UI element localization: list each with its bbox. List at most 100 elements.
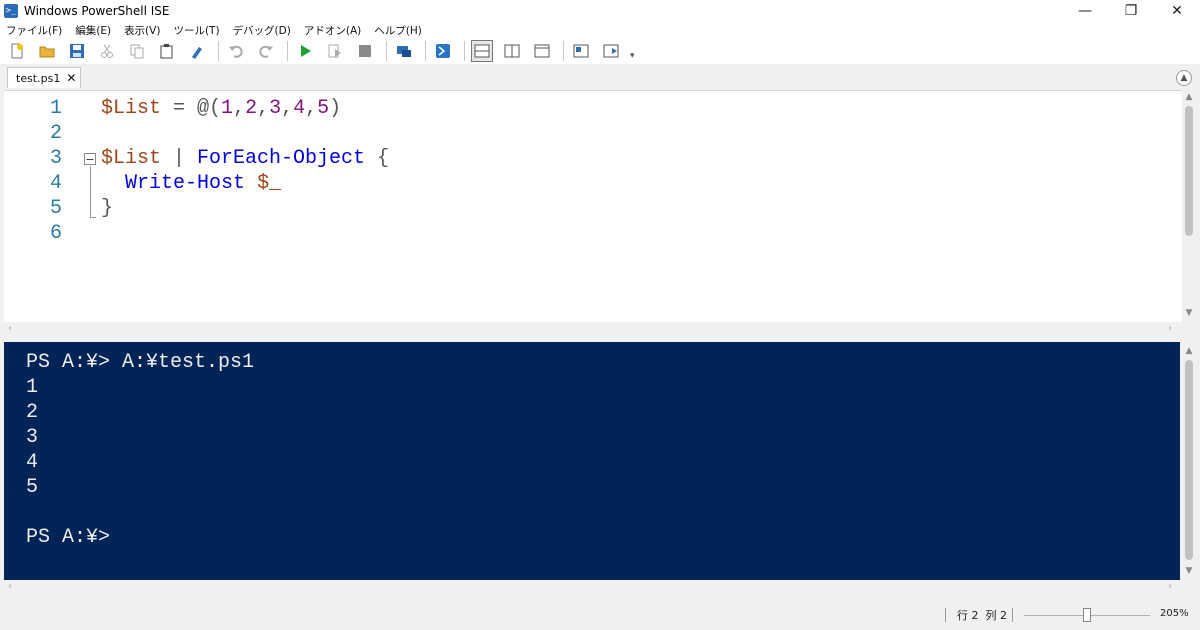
code-line: 5 } <box>4 196 1182 221</box>
window-controls: — ❐ ✕ <box>1062 0 1200 22</box>
line-number: 3 <box>49 147 62 170</box>
scroll-left-icon[interactable]: ‹ <box>8 580 12 594</box>
window-title: Windows PowerShell ISE <box>24 4 170 18</box>
layout-top-icon[interactable] <box>471 40 493 62</box>
menu-help[interactable]: ヘルプ(H) <box>368 23 429 38</box>
code-text: Write-Host $_ <box>101 171 281 196</box>
stop-icon[interactable] <box>354 40 376 62</box>
menu-debug[interactable]: デバッグ(D) <box>227 23 298 38</box>
scroll-right-icon[interactable]: › <box>1168 580 1172 594</box>
start-powershell-icon[interactable] <box>432 40 454 62</box>
undo-icon[interactable] <box>225 40 247 62</box>
code-token: , <box>305 97 318 120</box>
clear-console-icon[interactable] <box>186 40 208 62</box>
toolbar-separator <box>218 41 219 61</box>
code-text: $List | ForEach-Object { <box>101 146 389 171</box>
show-script-pane-icon[interactable] <box>570 40 592 62</box>
console-horizontal-scrollbar[interactable]: ‹ › <box>4 580 1182 594</box>
title-bar: >_ Windows PowerShell ISE — ❐ ✕ <box>0 0 1200 22</box>
minimize-button[interactable]: — <box>1062 0 1108 22</box>
toolbar-overflow-icon[interactable]: ▾ <box>630 51 635 61</box>
code-token: 2 <box>245 97 258 120</box>
console-vertical-scrollbar[interactable]: ▲ ▼ <box>1182 342 1196 580</box>
code-text: $List = @(1,2,3,4,5) <box>101 96 341 121</box>
restore-button[interactable]: ❐ <box>1108 0 1154 22</box>
open-folder-icon[interactable] <box>36 40 58 62</box>
scroll-up-icon[interactable]: ▲ <box>1182 346 1196 356</box>
layout-max-icon[interactable] <box>531 40 553 62</box>
code-token: } <box>101 197 114 220</box>
powershell-ise-icon: >_ <box>4 4 18 18</box>
code-token: Write-Host <box>125 172 246 195</box>
save-icon[interactable] <box>66 40 88 62</box>
code-token: ) <box>329 97 342 120</box>
zoom-slider-thumb[interactable] <box>1083 608 1091 622</box>
scroll-left-icon[interactable]: ‹ <box>8 322 12 336</box>
collapse-script-pane-icon[interactable]: ▲ <box>1176 70 1192 86</box>
editor-vertical-scrollbar[interactable]: ▲ ▼ <box>1182 90 1196 322</box>
layout-right-icon[interactable] <box>501 40 523 62</box>
console-line: 5 <box>26 476 39 499</box>
line-number: 1 <box>49 97 62 120</box>
pane-splitter[interactable] <box>0 336 1200 340</box>
tab-test-ps1[interactable]: test.ps1 ✕ <box>7 67 81 88</box>
code-token: $_ <box>257 172 282 195</box>
console-line: 3 <box>26 426 39 449</box>
run-script-icon[interactable] <box>294 40 316 62</box>
fold-toggle-icon[interactable]: − <box>84 153 96 165</box>
copy-icon[interactable] <box>126 40 148 62</box>
new-file-icon[interactable] <box>6 40 28 62</box>
close-button[interactable]: ✕ <box>1154 0 1200 22</box>
tab-label: test.ps1 <box>16 71 61 85</box>
show-commands-icon[interactable] <box>600 40 622 62</box>
code-token: , <box>257 97 270 120</box>
scroll-up-icon[interactable]: ▲ <box>1182 92 1196 102</box>
paste-icon[interactable] <box>156 40 178 62</box>
scrollbar-thumb[interactable] <box>1185 360 1193 560</box>
menu-bar: ファイル(F) 編集(E) 表示(V) ツール(T) デバッグ(D) アドオン(… <box>0 22 1200 38</box>
code-token: , <box>281 97 294 120</box>
scroll-down-icon[interactable]: ▼ <box>1182 566 1196 576</box>
run-selection-icon[interactable] <box>324 40 346 62</box>
line-number: 5 <box>49 197 62 220</box>
redo-icon[interactable] <box>255 40 277 62</box>
code-token: , <box>233 97 246 120</box>
status-bar: 行 2 列 2 205% <box>0 600 1200 630</box>
cursor-position: 行 2 列 2 <box>957 609 1007 622</box>
status-separator <box>1012 608 1013 622</box>
code-text: } <box>101 196 113 221</box>
scroll-down-icon[interactable]: ▼ <box>1182 308 1196 318</box>
tab-close-icon[interactable]: ✕ <box>66 71 76 85</box>
toolbar-separator <box>287 41 288 61</box>
code-token: 3 <box>269 97 282 120</box>
toolbar-separator <box>386 41 387 61</box>
toolbar-separator <box>425 41 426 61</box>
menu-file[interactable]: ファイル(F) <box>0 23 69 38</box>
menu-addons[interactable]: アドオン(A) <box>298 23 368 38</box>
scroll-right-icon[interactable]: › <box>1168 322 1172 336</box>
fold-guide <box>90 166 91 217</box>
code-token: { <box>365 147 390 170</box>
script-editor[interactable]: 1 $List = @(1,2,3,4,5) 2 3 $List | ForEa… <box>4 90 1182 323</box>
console-line: 2 <box>26 401 39 424</box>
menu-tools[interactable]: ツール(T) <box>167 23 226 38</box>
code-line: 6 <box>4 221 1182 246</box>
console-pane[interactable]: PS A:¥> A:¥test.ps1 1 2 3 4 5 PS A:¥> <box>4 342 1180 580</box>
console-prompt: PS A:¥> <box>26 526 111 549</box>
editor-horizontal-scrollbar[interactable]: ‹ › <box>4 322 1182 336</box>
menu-view[interactable]: 表示(V) <box>118 23 167 38</box>
toolbar: ▾ <box>0 38 1200 64</box>
new-remote-tab-icon[interactable] <box>393 40 415 62</box>
code-line: 4 Write-Host $_ <box>4 171 1182 196</box>
line-number: 4 <box>49 172 62 195</box>
scrollbar-thumb[interactable] <box>1185 106 1193 236</box>
cut-icon[interactable] <box>96 40 118 62</box>
toolbar-separator <box>464 41 465 61</box>
code-line: 1 $List = @(1,2,3,4,5) <box>4 96 1182 121</box>
console-line: 1 <box>26 376 39 399</box>
code-line: 2 <box>4 121 1182 146</box>
code-token: $List <box>101 97 162 120</box>
menu-edit[interactable]: 編集(E) <box>69 23 118 38</box>
